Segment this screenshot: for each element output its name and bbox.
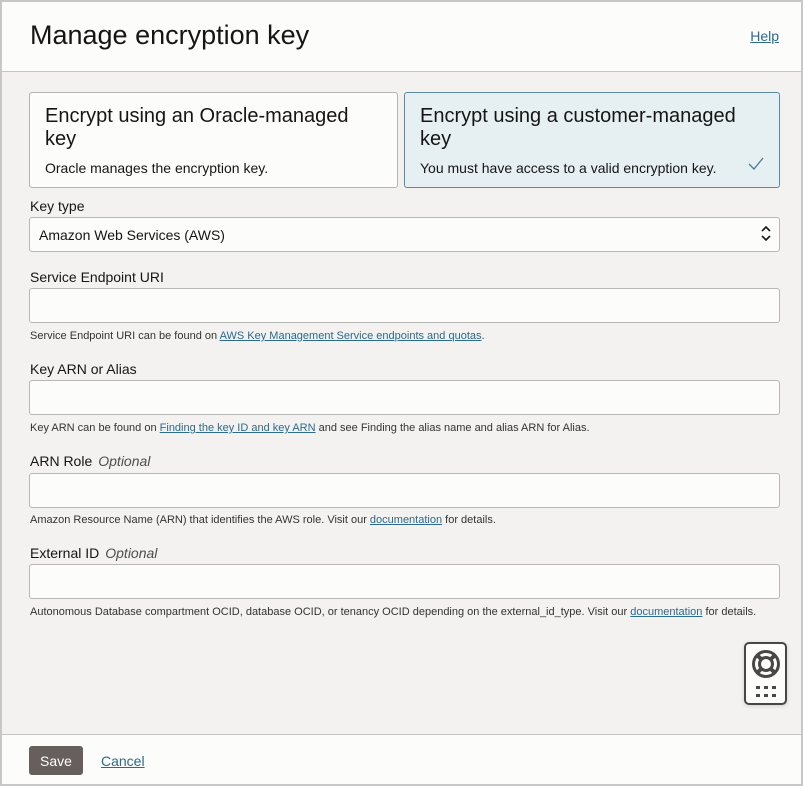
aws-kms-endpoints-link[interactable]: AWS Key Management Service endpoints and…: [220, 330, 482, 342]
chevron-up-down-icon: [761, 224, 771, 244]
help-link[interactable]: Help: [750, 28, 779, 44]
helper-text: for details.: [702, 606, 757, 618]
helper-text: Key ARN can be found on: [30, 422, 160, 434]
external-id-input[interactable]: [29, 564, 780, 599]
helper-text: Autonomous Database compartment OCID, da…: [30, 606, 631, 618]
save-button[interactable]: Save: [29, 746, 83, 775]
arn-role-helper: Amazon Resource Name (ARN) that identifi…: [30, 514, 496, 526]
label-text: ARN Role: [30, 453, 93, 469]
arn-role-input[interactable]: [29, 473, 780, 508]
checkmark-icon: [748, 157, 764, 176]
panel-header: Manage encryption key Help: [2, 2, 801, 72]
cancel-link[interactable]: Cancel: [101, 753, 145, 769]
helper-text: for details.: [442, 514, 496, 526]
helper-text: Amazon Resource Name (ARN) that identifi…: [30, 514, 370, 526]
service-endpoint-helper: Service Endpoint URI can be found on AWS…: [30, 330, 485, 342]
panel-footer: Save Cancel: [2, 734, 801, 784]
key-type-selected-value: Amazon Web Services (AWS): [39, 227, 225, 243]
external-id-helper: Autonomous Database compartment OCID, da…: [30, 606, 756, 618]
key-type-select[interactable]: Amazon Web Services (AWS): [29, 217, 780, 252]
service-endpoint-label: Service Endpoint URI: [30, 269, 164, 285]
encryption-option-tiles: Encrypt using an Oracle-managed key Orac…: [29, 92, 780, 188]
helper-text: Service Endpoint URI can be found on: [30, 330, 220, 342]
key-arn-helper: Key ARN can be found on Finding the key …: [30, 422, 590, 434]
arn-role-documentation-link[interactable]: documentation: [370, 514, 442, 526]
arn-role-label: ARN Role Optional: [30, 453, 150, 469]
dialog-panel: Manage encryption key Help Encrypt using…: [0, 0, 803, 786]
key-type-label: Key type: [30, 198, 85, 214]
key-arn-input[interactable]: [29, 380, 780, 415]
help-widget-button[interactable]: [744, 642, 787, 705]
page-title: Manage encryption key: [30, 20, 310, 50]
grid-dots-icon: [756, 686, 776, 697]
external-id-label: External ID Optional: [30, 545, 157, 561]
tile-title: Encrypt using an Oracle-managed key: [45, 105, 349, 150]
optional-tag: Optional: [105, 545, 158, 561]
helper-text: and see Finding the alias name and alias…: [315, 422, 590, 434]
tile-description: You must have access to a valid encrypti…: [420, 160, 717, 176]
tile-oracle-managed[interactable]: Encrypt using an Oracle-managed key Orac…: [29, 92, 398, 188]
lifebuoy-icon: [752, 650, 780, 678]
external-id-documentation-link[interactable]: documentation: [630, 606, 702, 618]
tile-title: Encrypt using a customer-managed key: [420, 105, 736, 150]
service-endpoint-input[interactable]: [29, 288, 780, 323]
key-arn-label: Key ARN or Alias: [30, 361, 137, 377]
finding-key-id-link[interactable]: Finding the key ID and key ARN: [160, 422, 316, 434]
tile-customer-managed[interactable]: Encrypt using a customer-managed key You…: [404, 92, 780, 188]
label-text: External ID: [30, 545, 100, 561]
optional-tag: Optional: [98, 453, 151, 469]
helper-text: .: [481, 330, 485, 342]
tile-description: Oracle manages the encryption key.: [45, 160, 269, 176]
